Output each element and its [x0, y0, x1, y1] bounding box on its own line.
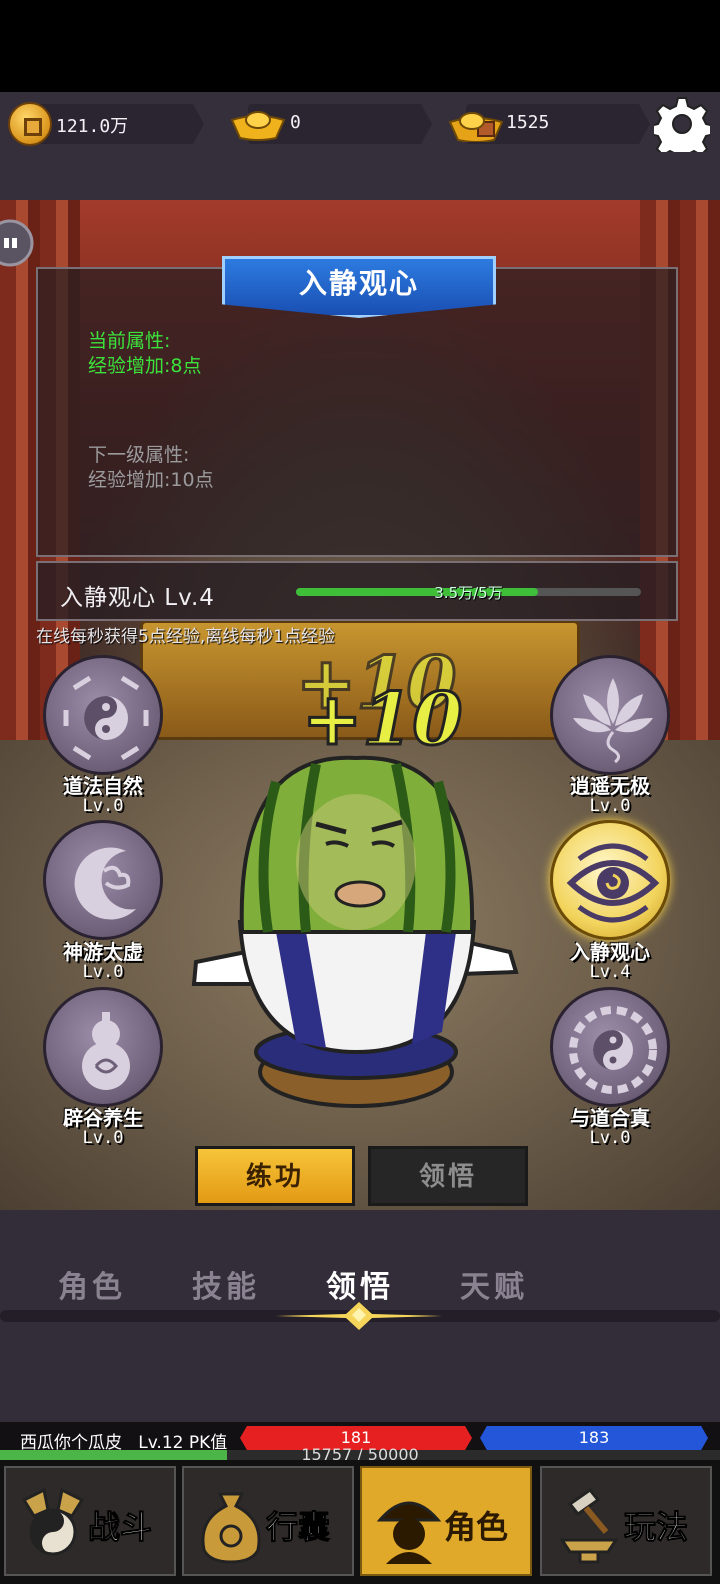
settings-gear-icon[interactable]: [654, 96, 710, 152]
lotus-icon: [573, 678, 653, 764]
tab-character[interactable]: 角色: [58, 1262, 126, 1306]
gold-ingot-value: 0: [290, 112, 301, 133]
character-hat-icon: [376, 1501, 442, 1564]
anvil-hammer-icon: [559, 1487, 619, 1564]
skill-yudao-hezhen[interactable]: [550, 987, 670, 1107]
skill-name-rujing: 入静观心: [570, 940, 650, 964]
skill-level-bigu: Lv.0: [82, 1128, 124, 1148]
skill-level-daofa: Lv.0: [82, 796, 124, 816]
gold-ingot-resource: 0: [228, 102, 438, 146]
nav-character-label: 角色: [444, 1508, 509, 1546]
tab-skills[interactable]: 技能: [192, 1262, 260, 1306]
current-attr-value: 经验增加:8点: [88, 355, 202, 377]
copper-resource: 121.0万: [0, 102, 210, 146]
skill-level-rujing: Lv.4: [589, 962, 631, 982]
online-exp-note: 在线每秒获得5点经验,离线每秒1点经验: [36, 627, 336, 647]
nav-battle[interactable]: 战斗: [4, 1466, 176, 1576]
tab-active-indicator-icon: [276, 1302, 442, 1330]
skill-bigu-yangsheng[interactable]: [43, 987, 163, 1107]
nav-gameplay-label: 玩法: [623, 1508, 689, 1547]
eye-icon: [566, 843, 660, 923]
skill-level-xiaoyao: Lv.0: [589, 796, 631, 816]
resource-bar: 121.0万 0 1525: [0, 92, 720, 200]
nav-battle-label: 战斗: [87, 1508, 153, 1547]
nav-bag[interactable]: 行囊: [182, 1466, 354, 1576]
copper-coin-icon: [8, 102, 52, 146]
tab-talent[interactable]: 天赋: [460, 1262, 528, 1306]
skill-xiaoyao-wuji[interactable]: [550, 655, 670, 775]
yinyang-wheel-icon: [569, 1006, 657, 1094]
skill-title: 入静观心: [298, 267, 419, 300]
treasure-ingot-icon: [448, 112, 504, 142]
chat-bubble-icon[interactable]: [0, 214, 34, 272]
gourd-icon: [82, 1012, 130, 1090]
bagua-icon: [63, 675, 149, 761]
watermelon-character[interactable]: [176, 752, 530, 1112]
next-attr-label: 下一级属性:: [88, 444, 190, 466]
money-bag-icon: [201, 1492, 261, 1564]
skill-name-daofa: 道法自然: [63, 774, 143, 798]
skill-name-xiaoyao: 逍遥无极: [570, 774, 650, 798]
skill-name-bigu: 辟谷养生: [63, 1106, 143, 1130]
level-progress-text: 3.5万/5万: [434, 584, 503, 602]
nav-bag-label: 行囊: [265, 1508, 331, 1547]
practice-button[interactable]: 练功: [195, 1146, 355, 1206]
silver-ingot-resource: 1525: [446, 102, 656, 146]
crescent-cloud-icon: [74, 847, 136, 920]
current-attr-label: 当前属性:: [88, 330, 171, 352]
status-bar: [0, 0, 720, 92]
float-exp-text: +10: [301, 675, 465, 763]
gold-ingot-icon: [230, 111, 286, 141]
skill-name-shenyou: 神游太虚: [63, 940, 143, 964]
skill-level-yudao: Lv.0: [589, 1128, 631, 1148]
skill-rujing-guanxin[interactable]: [550, 820, 670, 940]
level-name: 入静观心 Lv.4: [60, 585, 215, 611]
comprehend-button[interactable]: 领悟: [368, 1146, 528, 1206]
nav-gameplay[interactable]: 玩法: [540, 1466, 712, 1576]
skill-name-yudao: 与道合真: [570, 1106, 650, 1130]
nav-character[interactable]: 角色: [360, 1466, 532, 1576]
battle-yinyang-icon: [21, 1487, 85, 1556]
skill-daofa-ziran[interactable]: [43, 655, 163, 775]
silver-ingot-value: 1525: [506, 112, 550, 133]
copper-value: 121.0万: [56, 116, 129, 137]
skill-shenyou-taixu[interactable]: [43, 820, 163, 940]
next-attr-value: 经验增加:10点: [88, 469, 214, 491]
skill-level-shenyou: Lv.0: [82, 962, 124, 982]
